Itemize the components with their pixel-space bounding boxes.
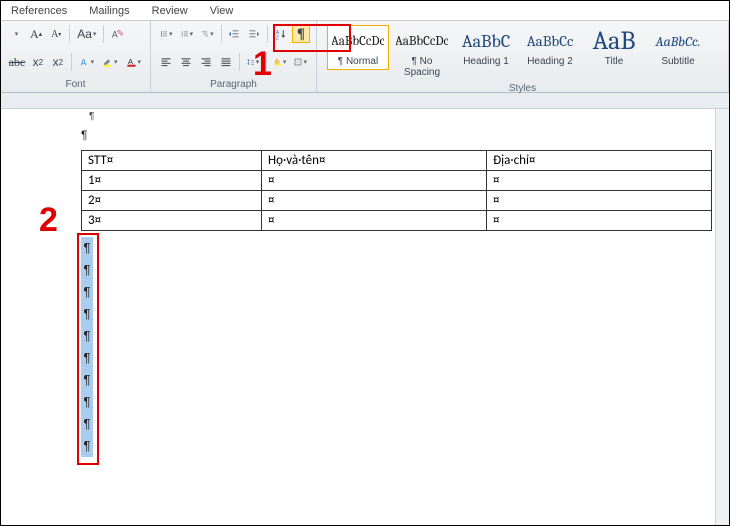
table-header-cell[interactable]: STT¤ bbox=[82, 151, 262, 171]
table-cell[interactable]: 3¤ bbox=[82, 211, 262, 231]
group-paragraph-label: Paragraph bbox=[157, 79, 310, 92]
annotation-number-2: 2 bbox=[39, 201, 58, 240]
group-styles: AaBbCcDc¶ NormalAaBbCcDc¶ No SpacingAaBb… bbox=[317, 21, 729, 92]
show-hide-marks-button[interactable]: ¶ bbox=[292, 25, 310, 43]
font-size-dropdown[interactable]: ▾ bbox=[7, 25, 25, 43]
paragraph-mark: ¶ bbox=[81, 303, 93, 325]
paragraph-mark: ¶ bbox=[81, 128, 723, 142]
table-cell[interactable]: ¤ bbox=[262, 211, 487, 231]
svg-text:A: A bbox=[80, 57, 87, 67]
justify-button[interactable] bbox=[217, 53, 235, 71]
styles-gallery[interactable]: AaBbCcDc¶ NormalAaBbCcDc¶ No SpacingAaBb… bbox=[323, 23, 722, 83]
style-name-label: Heading 2 bbox=[524, 56, 576, 67]
table-cell[interactable]: 1¤ bbox=[82, 171, 262, 191]
style-name-label: ¶ No Spacing bbox=[396, 56, 448, 78]
ribbon-tabs: References Mailings Review View bbox=[1, 1, 729, 21]
style-name-label: Title bbox=[588, 56, 640, 67]
tab-view[interactable]: View bbox=[200, 3, 244, 20]
shading-button[interactable]: ▾ bbox=[271, 53, 290, 71]
style-name-label: Heading 1 bbox=[460, 56, 512, 67]
vertical-scrollbar[interactable] bbox=[715, 109, 729, 525]
change-case-button[interactable]: Aa▾ bbox=[74, 25, 99, 43]
svg-text:Z: Z bbox=[276, 35, 280, 41]
multilevel-list-button[interactable]: ▾ bbox=[198, 25, 217, 43]
strikethrough-button[interactable]: abc bbox=[7, 53, 27, 71]
paragraph-mark: ¶ bbox=[81, 281, 93, 303]
table-cell[interactable]: ¤ bbox=[487, 211, 712, 231]
clear-formatting-button[interactable]: A bbox=[108, 25, 128, 43]
style-item-subtitle[interactable]: AaBbCc. Subtitle bbox=[647, 25, 709, 70]
paragraph-mark: ¶ bbox=[81, 413, 93, 435]
table-row: 2¤ ¤ ¤ bbox=[82, 191, 712, 211]
paragraph-mark: ¶ bbox=[81, 259, 93, 281]
paragraph-mark: ¶ bbox=[89, 111, 723, 122]
table-cell[interactable]: ¤ bbox=[487, 191, 712, 211]
style-preview: AaBbC bbox=[460, 28, 512, 54]
paragraph-mark: ¶ bbox=[81, 347, 93, 369]
table-header-cell[interactable]: Họ·và·tên¤ bbox=[262, 151, 487, 171]
group-paragraph: ▾ 123▾ ▾ AZ ¶ ▾ ▾ ▾ Paragraph bbox=[151, 21, 317, 92]
style-name-label: ¶ Normal bbox=[332, 56, 384, 67]
align-right-button[interactable] bbox=[197, 53, 215, 71]
text-effects-button[interactable]: A▾ bbox=[76, 53, 97, 71]
borders-button[interactable]: ▾ bbox=[291, 53, 310, 71]
table-cell[interactable]: ¤ bbox=[262, 191, 487, 211]
selected-paragraph-marks[interactable]: ¶¶¶¶¶¶¶¶¶¶ bbox=[81, 237, 723, 457]
align-left-button[interactable] bbox=[157, 53, 175, 71]
numbering-button[interactable]: 123▾ bbox=[178, 25, 197, 43]
style-item-heading-2[interactable]: AaBbCc Heading 2 bbox=[519, 25, 581, 70]
svg-text:A: A bbox=[128, 57, 133, 66]
decrease-indent-button[interactable] bbox=[225, 25, 243, 43]
style-item--no-spacing[interactable]: AaBbCcDc¶ No Spacing bbox=[391, 25, 453, 81]
paragraph-mark: ¶ bbox=[81, 237, 93, 259]
tab-references[interactable]: References bbox=[1, 3, 77, 20]
table-row: STT¤ Họ·và·tên¤ Địa·chỉ¤ bbox=[82, 151, 712, 171]
increase-indent-button[interactable] bbox=[245, 25, 263, 43]
ribbon: ▾ A▴ A▾ Aa▾ A abc x2 x2 A▾ ▾ A▾ Font bbox=[1, 21, 729, 93]
style-preview: AaBbCcDc bbox=[396, 28, 448, 54]
paragraph-mark: ¶ bbox=[81, 325, 93, 347]
svg-text:3: 3 bbox=[181, 35, 183, 38]
table-cell[interactable]: ¤ bbox=[487, 171, 712, 191]
style-item-title[interactable]: AaB Title bbox=[583, 25, 645, 70]
sort-button[interactable]: AZ bbox=[272, 25, 290, 43]
paragraph-mark: ¶ bbox=[81, 435, 93, 457]
style-preview: AaBbCcDc bbox=[332, 28, 384, 54]
style-preview: AaB bbox=[588, 28, 640, 54]
annotation-number-1: 1 bbox=[253, 45, 272, 84]
tab-review[interactable]: Review bbox=[142, 3, 198, 20]
svg-text:A: A bbox=[112, 30, 118, 40]
paragraph-mark: ¶ bbox=[81, 369, 93, 391]
style-item-heading-1[interactable]: AaBbC Heading 1 bbox=[455, 25, 517, 70]
table-row: 3¤ ¤ ¤ bbox=[82, 211, 712, 231]
tab-mailings[interactable]: Mailings bbox=[79, 3, 139, 20]
style-preview: AaBbCc. bbox=[652, 28, 704, 54]
document-area[interactable]: ¶ ¶ STT¤ Họ·và·tên¤ Địa·chỉ¤ 1¤ ¤ ¤ 2¤ ¤… bbox=[1, 109, 729, 525]
superscript-button[interactable]: x2 bbox=[49, 53, 67, 71]
bullets-button[interactable]: ▾ bbox=[157, 25, 176, 43]
table-header-cell[interactable]: Địa·chỉ¤ bbox=[487, 151, 712, 171]
paragraph-mark: ¶ bbox=[81, 391, 93, 413]
group-font: ▾ A▴ A▾ Aa▾ A abc x2 x2 A▾ ▾ A▾ Font bbox=[1, 21, 151, 92]
align-center-button[interactable] bbox=[177, 53, 195, 71]
style-item--normal[interactable]: AaBbCcDc ¶ Normal bbox=[327, 25, 389, 70]
table-cell[interactable]: ¤ bbox=[262, 171, 487, 191]
table-cell[interactable]: 2¤ bbox=[82, 191, 262, 211]
style-preview: AaBbCc bbox=[524, 28, 576, 54]
highlight-button[interactable]: ▾ bbox=[99, 53, 120, 71]
table-row: 1¤ ¤ ¤ bbox=[82, 171, 712, 191]
page: ¶ ¶ STT¤ Họ·và·tên¤ Địa·chỉ¤ 1¤ ¤ ¤ 2¤ ¤… bbox=[1, 109, 723, 457]
document-table[interactable]: STT¤ Họ·và·tên¤ Địa·chỉ¤ 1¤ ¤ ¤ 2¤ ¤ ¤ 3… bbox=[81, 150, 712, 231]
shrink-font-button[interactable]: A▾ bbox=[47, 25, 65, 43]
font-color-button[interactable]: A▾ bbox=[123, 53, 144, 71]
grow-font-button[interactable]: A▴ bbox=[27, 25, 45, 43]
subscript-button[interactable]: x2 bbox=[29, 53, 47, 71]
style-name-label: Subtitle bbox=[652, 56, 704, 67]
group-font-label: Font bbox=[7, 79, 144, 92]
group-styles-label: Styles bbox=[323, 83, 722, 96]
